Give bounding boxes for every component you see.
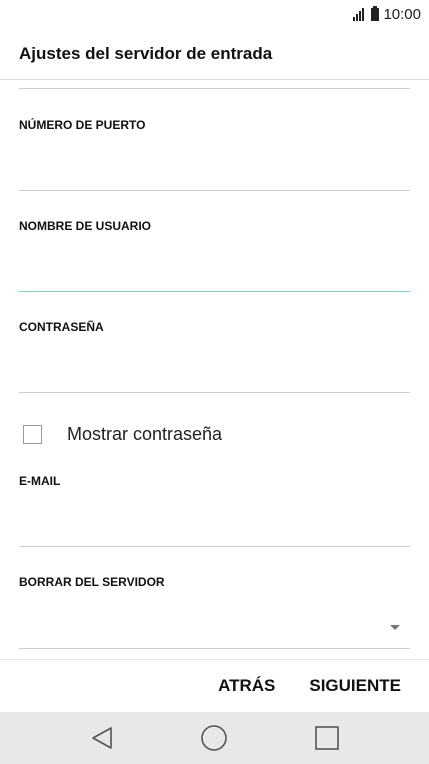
- password-input[interactable]: [19, 356, 410, 384]
- password-underline: [19, 392, 410, 393]
- email-input[interactable]: [19, 510, 410, 538]
- button-bar: ATRÁS SIGUIENTE: [0, 659, 429, 712]
- delete-from-server-underline: [19, 648, 410, 649]
- screen: 10:00 Ajustes del servidor de entrada NÚ…: [0, 0, 429, 764]
- port-underline: [19, 190, 410, 191]
- form-content[interactable]: NÚMERO DE PUERTO NOMBRE DE USUARIO CONTR…: [0, 81, 429, 659]
- email-underline: [19, 546, 410, 547]
- port-input[interactable]: [19, 154, 410, 182]
- divider: [19, 88, 410, 89]
- status-time: 10:00: [383, 5, 421, 23]
- show-password-checkbox[interactable]: [23, 425, 42, 444]
- nav-home-icon[interactable]: [200, 724, 228, 752]
- password-label: CONTRASEÑA: [19, 320, 104, 334]
- show-password-row[interactable]: Mostrar contraseña: [23, 424, 222, 445]
- username-input[interactable]: [19, 255, 410, 283]
- dropdown-arrow-icon[interactable]: [390, 625, 400, 630]
- signal-icon: [353, 7, 365, 21]
- battery-icon: [371, 5, 380, 21]
- status-bar: 10:00: [0, 0, 429, 28]
- email-label: E-MAIL: [19, 474, 61, 488]
- username-underline: [19, 291, 410, 292]
- delete-from-server-label: BORRAR DEL SERVIDOR: [19, 575, 165, 589]
- nav-recents-icon[interactable]: [313, 724, 341, 752]
- username-label: NOMBRE DE USUARIO: [19, 219, 152, 233]
- next-button[interactable]: SIGUIENTE: [309, 676, 401, 696]
- nav-back-icon[interactable]: [88, 724, 116, 752]
- back-button[interactable]: ATRÁS: [218, 676, 275, 696]
- page-title: Ajustes del servidor de entrada: [0, 28, 429, 80]
- show-password-label[interactable]: Mostrar contraseña: [67, 424, 222, 445]
- port-label: NÚMERO DE PUERTO: [19, 118, 146, 132]
- navigation-bar: [0, 712, 429, 764]
